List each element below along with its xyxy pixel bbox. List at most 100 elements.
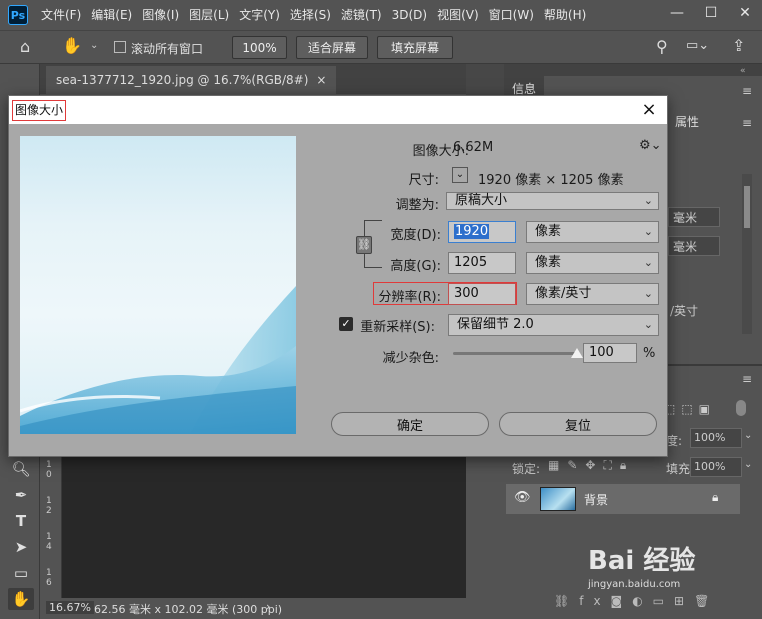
fill-input[interactable]: 100% bbox=[690, 457, 742, 477]
tab-properties[interactable]: 属性 bbox=[667, 108, 707, 134]
maximize-icon[interactable]: ☐ bbox=[694, 0, 728, 26]
menu-layer[interactable]: 图层(L) bbox=[184, 0, 234, 30]
layer-toggle-icon[interactable] bbox=[736, 400, 746, 416]
watermark-text: Bai 经验 bbox=[588, 546, 696, 576]
width-unit-select[interactable]: 像素 ⌄ bbox=[526, 221, 659, 243]
fit-to-label: 调整为: bbox=[395, 198, 439, 213]
menu-3d[interactable]: 3D(D) bbox=[387, 0, 432, 30]
photoshop-logo-icon: Ps bbox=[8, 5, 28, 25]
chevron-down-icon[interactable]: ⌄ bbox=[452, 167, 468, 183]
document-tab-title: sea-1377712_1920.jpg @ 16.7%(RGB/8#) bbox=[56, 73, 309, 87]
reset-button[interactable]: 复位 bbox=[499, 412, 657, 436]
preview-wave-image bbox=[20, 286, 296, 434]
canvas-area[interactable] bbox=[62, 456, 466, 598]
layer-row[interactable]: 👁︎ 背景 🔒︎ bbox=[506, 484, 740, 514]
resolution-label: 分辨率(R): bbox=[378, 290, 441, 305]
path-selection-icon[interactable]: ➤ bbox=[8, 536, 34, 558]
close-icon[interactable]: × bbox=[637, 98, 661, 122]
dimensions-value: 1920 像素 × 1205 像素 bbox=[478, 173, 624, 188]
image-preview[interactable] bbox=[20, 136, 296, 434]
chevron-down-icon[interactable]: ⌄ bbox=[744, 459, 752, 470]
type-tool-icon[interactable]: T bbox=[8, 510, 34, 532]
layer-align-icons[interactable]: ⬚⬚▣ bbox=[664, 402, 716, 416]
unit-field[interactable]: 毫米 bbox=[668, 236, 720, 256]
chevron-down-icon: ⌄ bbox=[643, 287, 653, 300]
height-unit: 像素 bbox=[535, 255, 562, 270]
chevron-down-icon[interactable]: ⌄ bbox=[744, 430, 752, 441]
image-size-label: 图像大小: bbox=[412, 144, 469, 159]
search-icon[interactable]: ⚲ bbox=[656, 37, 668, 56]
noise-input[interactable]: 100 bbox=[583, 343, 637, 363]
panel-menu-icon[interactable]: ≡ bbox=[742, 84, 752, 98]
fill-screen-button[interactable]: 填充屏幕 bbox=[377, 36, 453, 59]
zoom-level[interactable]: 16.67% bbox=[46, 601, 94, 614]
close-window-icon[interactable]: ✕ bbox=[728, 0, 762, 26]
panel-menu-icon[interactable]: ≡ bbox=[742, 372, 752, 386]
width-input[interactable]: 1920 bbox=[448, 221, 516, 243]
ruler-number: 0 bbox=[46, 470, 52, 480]
vertical-ruler: 1 0 1 2 1 4 1 6 bbox=[42, 456, 62, 598]
resample-label: 重新采样(S): bbox=[360, 320, 435, 335]
resolution-unit-select[interactable]: 像素/英寸 ⌄ bbox=[526, 283, 659, 305]
noise-slider-handle[interactable] bbox=[571, 348, 583, 358]
zoom-tool-icon[interactable]: 🔍︎ bbox=[8, 458, 34, 480]
menu-filter[interactable]: 滤镜(T) bbox=[336, 0, 387, 30]
hand-tool-icon[interactable]: ✋ bbox=[62, 36, 82, 55]
document-info: 62.56 毫米 x 102.02 毫米 (300 ppi) bbox=[94, 603, 283, 616]
layer-actions-icons[interactable]: ⛓fx◙◐▭⊞🗑︎ bbox=[554, 594, 719, 608]
baidu-watermark: Bai 经验 jingyan.baidu.com bbox=[588, 540, 758, 590]
layer-thumbnail bbox=[540, 487, 576, 511]
minimize-icon[interactable]: — bbox=[660, 0, 694, 26]
chevron-down-icon: ⌄ bbox=[643, 194, 653, 207]
status-bar: 16.67% 62.56 毫米 x 102.02 毫米 (300 ppi) › bbox=[42, 598, 466, 619]
chevron-down-icon[interactable]: ⌄ bbox=[90, 40, 98, 51]
lock-option-icons[interactable]: ▦✎✥⛶🔒︎ bbox=[548, 458, 634, 473]
dialog-titlebar[interactable]: 图像大小 × bbox=[9, 96, 667, 124]
scroll-all-checkbox[interactable] bbox=[114, 41, 126, 53]
lock-label: 锁定: bbox=[512, 462, 541, 476]
menu-view[interactable]: 视图(V) bbox=[432, 0, 484, 30]
height-input[interactable]: 1205 bbox=[448, 252, 516, 274]
ruler-number: 2 bbox=[46, 506, 52, 516]
menu-window[interactable]: 窗口(W) bbox=[484, 0, 539, 30]
document-tab[interactable]: sea-1377712_1920.jpg @ 16.7%(RGB/8#) × bbox=[46, 66, 337, 94]
menu-help[interactable]: 帮助(H) bbox=[539, 0, 591, 30]
resample-value: 保留细节 2.0 bbox=[457, 317, 534, 332]
resolution-input[interactable]: 300 bbox=[448, 283, 516, 305]
menu-select[interactable]: 选择(S) bbox=[285, 0, 336, 30]
chevron-right-icon[interactable]: › bbox=[266, 600, 270, 613]
fit-screen-button[interactable]: 适合屏幕 bbox=[296, 36, 368, 59]
close-tab-icon[interactable]: × bbox=[316, 73, 326, 87]
opacity-input[interactable]: 100% bbox=[690, 428, 742, 448]
menu-image[interactable]: 图像(I) bbox=[137, 0, 184, 30]
gear-icon[interactable]: ⚙⌄ bbox=[639, 138, 662, 153]
eye-icon[interactable]: 👁︎ bbox=[514, 490, 531, 505]
hand-tool-active-icon[interactable]: ✋ bbox=[8, 588, 34, 610]
opacity-label: 度: bbox=[666, 434, 683, 448]
ok-button[interactable]: 确定 bbox=[331, 412, 489, 436]
resample-select[interactable]: 保留细节 2.0 ⌄ bbox=[448, 314, 659, 336]
scrollbar-thumb[interactable] bbox=[744, 186, 750, 228]
menu-edit[interactable]: 编辑(E) bbox=[86, 0, 137, 30]
chevron-down-icon: ⌄ bbox=[643, 256, 653, 269]
menu-file[interactable]: 文件(F) bbox=[36, 0, 86, 30]
collapse-panels-icon[interactable]: « bbox=[740, 66, 746, 76]
panel-menu-icon[interactable]: ≡ bbox=[742, 116, 752, 130]
ruler-number: 1 bbox=[46, 532, 52, 542]
pen-tool-icon[interactable]: ✒ bbox=[8, 484, 34, 506]
window-controls: — ☐ ✕ bbox=[660, 0, 762, 30]
share-icon[interactable]: ⇪ bbox=[732, 36, 745, 55]
workspace-icon[interactable]: ▭⌄ bbox=[686, 38, 709, 53]
menu-type[interactable]: 文字(Y) bbox=[234, 0, 285, 30]
home-icon[interactable]: ⌂ bbox=[20, 37, 30, 56]
height-label: 高度(G): bbox=[390, 259, 441, 274]
width-value: 1920 bbox=[454, 224, 490, 239]
options-bar: ⌂ ✋ ⌄ 滚动所有窗口 100% 适合屏幕 填充屏幕 ⚲ ▭⌄ ⇪ bbox=[0, 30, 762, 64]
unit-field[interactable]: 毫米 bbox=[668, 207, 720, 227]
noise-slider-track[interactable] bbox=[453, 352, 577, 355]
height-unit-select[interactable]: 像素 ⌄ bbox=[526, 252, 659, 274]
rectangle-tool-icon[interactable]: ▭ bbox=[8, 562, 34, 584]
ruler-number: 6 bbox=[46, 578, 52, 588]
zoom-100-button[interactable]: 100% bbox=[232, 36, 287, 59]
fit-to-select[interactable]: 原稿大小 ⌄ bbox=[446, 192, 659, 210]
